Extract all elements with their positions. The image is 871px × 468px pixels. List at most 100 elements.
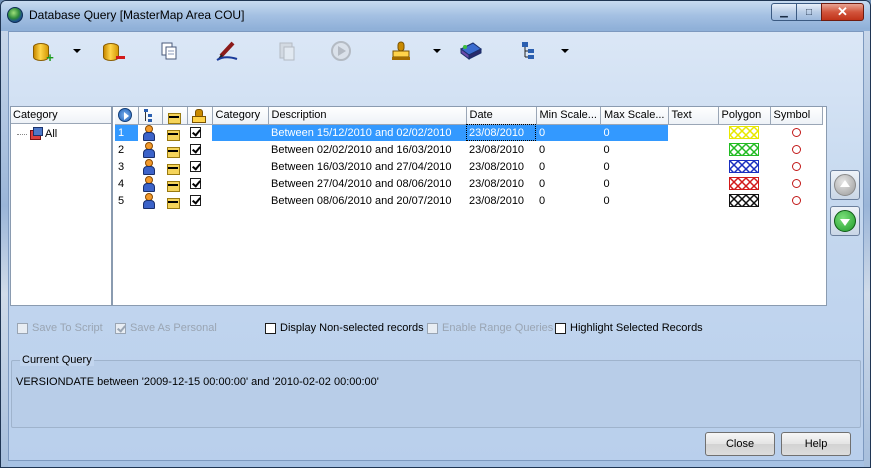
category-cell[interactable] bbox=[212, 124, 268, 141]
date-cell[interactable]: 23/08/2010 bbox=[466, 141, 536, 158]
check-cell[interactable] bbox=[187, 192, 212, 209]
description-cell[interactable]: Between 27/04/2010 and 08/06/2010 bbox=[268, 175, 466, 192]
table-row[interactable]: 1 Between 15/12/2010 and 02/02/2010 23/08/… bbox=[115, 124, 822, 141]
min-scale-cell[interactable]: 0 bbox=[536, 175, 600, 192]
row-visible-checkbox[interactable] bbox=[190, 161, 201, 173]
row-visible-checkbox[interactable] bbox=[190, 195, 201, 207]
min-scale-cell[interactable]: 0 bbox=[536, 124, 601, 141]
row-visible-checkbox[interactable] bbox=[190, 127, 201, 139]
close-button[interactable]: Close bbox=[705, 432, 775, 456]
edit-query-button[interactable] bbox=[213, 37, 241, 65]
category-cell[interactable] bbox=[212, 141, 268, 158]
polygon-cell[interactable] bbox=[718, 192, 770, 209]
enable-range-queries-option[interactable]: Enable Range Queries bbox=[427, 322, 553, 334]
row-number-cell[interactable]: 5 bbox=[115, 192, 138, 209]
save-as-personal-option[interactable]: Save As Personal bbox=[115, 322, 217, 334]
symbol-cell[interactable] bbox=[770, 158, 822, 175]
highlight-selected-option[interactable]: Highlight Selected Records bbox=[555, 322, 703, 334]
owner-cell[interactable] bbox=[138, 124, 162, 141]
table-row[interactable]: 3 Between 16/03/2010 and 27/04/2010 23/08/… bbox=[115, 158, 822, 175]
category-cell[interactable] bbox=[212, 158, 268, 175]
display-non-selected-checkbox[interactable] bbox=[265, 322, 276, 334]
check-cell[interactable] bbox=[187, 124, 212, 141]
row-visible-checkbox[interactable] bbox=[190, 178, 201, 190]
text-cell[interactable] bbox=[668, 141, 718, 158]
text-column-header[interactable]: Text bbox=[668, 107, 719, 125]
symbol-cell[interactable] bbox=[770, 124, 822, 141]
paste-query-button[interactable] bbox=[273, 37, 301, 65]
polygon-column-header[interactable]: Polygon bbox=[718, 107, 771, 125]
save-as-personal-checkbox[interactable] bbox=[115, 322, 126, 334]
owner-cell[interactable] bbox=[138, 192, 162, 209]
description-cell[interactable]: Between 15/12/2010 and 02/02/2010 bbox=[268, 124, 466, 141]
text-cell[interactable] bbox=[668, 175, 718, 192]
date-cell[interactable]: 23/08/2010 bbox=[466, 158, 536, 175]
row-number-cell[interactable]: 4 bbox=[115, 175, 138, 192]
row-number-cell[interactable]: 1 bbox=[115, 124, 138, 141]
max-scale-cell[interactable]: 0 bbox=[600, 124, 668, 141]
description-cell[interactable]: Between 16/03/2010 and 27/04/2010 bbox=[268, 158, 466, 175]
row-number-cell[interactable]: 3 bbox=[115, 158, 138, 175]
check-cell[interactable] bbox=[187, 158, 212, 175]
run-query-button[interactable] bbox=[327, 37, 355, 65]
min-scale-cell[interactable]: 0 bbox=[536, 192, 600, 209]
max-scale-cell[interactable]: 0 bbox=[600, 141, 668, 158]
save-to-script-checkbox[interactable] bbox=[17, 322, 28, 334]
description-column-header[interactable]: Description bbox=[268, 107, 467, 125]
text-cell[interactable] bbox=[668, 124, 718, 141]
add-query-dropdown[interactable] bbox=[73, 47, 81, 55]
book-button[interactable] bbox=[457, 37, 485, 65]
owner-cell[interactable] bbox=[138, 158, 162, 175]
add-query-button[interactable]: + bbox=[27, 37, 55, 65]
row-number-cell[interactable]: 2 bbox=[115, 141, 138, 158]
text-cell[interactable] bbox=[668, 158, 718, 175]
lock-cell[interactable] bbox=[162, 192, 187, 209]
tree-button[interactable] bbox=[515, 37, 543, 65]
save-to-script-option[interactable]: Save To Script bbox=[17, 322, 103, 334]
tree-dropdown[interactable] bbox=[561, 47, 569, 55]
max-scale-cell[interactable]: 0 bbox=[600, 192, 668, 209]
lock-cell[interactable] bbox=[162, 124, 187, 141]
close-window-button[interactable]: ✕ bbox=[821, 3, 864, 21]
symbol-cell[interactable] bbox=[770, 175, 822, 192]
symbol-column-header[interactable]: Symbol bbox=[770, 107, 823, 125]
move-up-button[interactable] bbox=[830, 170, 860, 200]
table-row[interactable]: 4 Between 27/04/2010 and 08/06/2010 23/08/… bbox=[115, 175, 822, 192]
check-cell[interactable] bbox=[187, 175, 212, 192]
table-row[interactable]: 5 Between 08/06/2010 and 20/07/2010 23/08/… bbox=[115, 192, 822, 209]
symbol-cell[interactable] bbox=[770, 141, 822, 158]
enable-range-queries-checkbox[interactable] bbox=[427, 322, 438, 334]
date-cell[interactable]: 23/08/2010 bbox=[466, 124, 536, 141]
polygon-cell[interactable] bbox=[718, 175, 770, 192]
layer-column-header[interactable] bbox=[138, 107, 163, 125]
description-cell[interactable]: Between 08/06/2010 and 20/07/2010 bbox=[268, 192, 466, 209]
text-cell[interactable] bbox=[668, 192, 718, 209]
remove-query-button[interactable] bbox=[97, 37, 125, 65]
category-item-all[interactable]: All bbox=[17, 127, 57, 140]
max-scale-cell[interactable]: 0 bbox=[600, 175, 668, 192]
run-column-header[interactable] bbox=[115, 107, 139, 125]
max-scale-cell[interactable]: 0 bbox=[600, 158, 668, 175]
display-non-selected-option[interactable]: Display Non-selected records bbox=[265, 322, 424, 334]
help-button[interactable]: Help bbox=[781, 432, 851, 456]
highlight-selected-checkbox[interactable] bbox=[555, 322, 566, 334]
table-row[interactable]: 2 Between 02/02/2010 and 16/03/2010 23/08/… bbox=[115, 141, 822, 158]
category-cell[interactable] bbox=[212, 192, 268, 209]
symbol-cell[interactable] bbox=[770, 192, 822, 209]
owner-cell[interactable] bbox=[138, 175, 162, 192]
maximize-button[interactable]: □ bbox=[796, 3, 822, 21]
minimize-button[interactable]: ▁ bbox=[771, 3, 797, 21]
move-down-button[interactable] bbox=[830, 206, 860, 236]
lock-cell[interactable] bbox=[162, 175, 187, 192]
polygon-cell[interactable] bbox=[718, 158, 770, 175]
lock-column-header[interactable] bbox=[162, 107, 188, 125]
date-cell[interactable]: 23/08/2010 bbox=[466, 192, 536, 209]
min-scale-cell[interactable]: 0 bbox=[536, 158, 600, 175]
stamp-dropdown[interactable] bbox=[433, 47, 441, 55]
stamp-column-header[interactable] bbox=[187, 107, 213, 125]
lock-cell[interactable] bbox=[162, 158, 187, 175]
title-bar[interactable]: Database Query [MasterMap Area COU] ▁ □ … bbox=[1, 1, 870, 29]
max-scale-column-header[interactable]: Max Scale... bbox=[600, 107, 669, 125]
lock-cell[interactable] bbox=[162, 141, 187, 158]
category-cell[interactable] bbox=[212, 175, 268, 192]
